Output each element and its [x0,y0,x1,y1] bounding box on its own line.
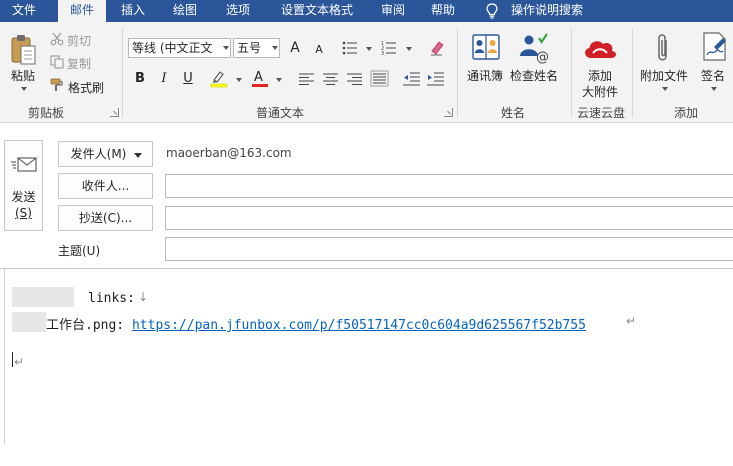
cut-button[interactable]: 剪切 [67,32,91,49]
underline-button[interactable]: U [179,70,197,88]
group-label-cloud-drive: 云速云盘 [576,106,625,120]
outlook-compose-window: 文件 邮件 插入 绘图 选项 设置文本格式 审阅 帮助 操作说明搜索 粘贴 剪切… [0,0,733,466]
subject-field[interactable] [165,237,733,261]
body-left-border [4,269,5,444]
check-names-icon[interactable]: @ [517,32,551,65]
header-divider [0,268,733,269]
dropdown-arrow-icon[interactable] [272,46,278,50]
group-label-include: 添加 [673,106,698,120]
ribbon-tab-bar: 文件 邮件 插入 绘图 选项 设置文本格式 审阅 帮助 操作说明搜索 [0,0,733,22]
group-separator [457,28,458,118]
svg-text:@: @ [536,50,549,65]
scissors-icon[interactable] [50,32,64,46]
group-label-names: 姓名 [500,106,525,120]
cc-field[interactable] [165,206,733,230]
add-large-attachment-button[interactable]: 添加 [578,67,622,84]
signature-button[interactable]: 签名 [701,67,725,84]
add-large-attachment-label[interactable]: 大附件 [578,83,622,100]
bold-button[interactable]: B [131,70,149,88]
bullets-icon[interactable] [342,41,360,55]
clipboard-launcher[interactable] [110,108,119,117]
paragraph-mark: ↵ [626,314,637,328]
dropdown-arrow-icon[interactable] [662,87,668,91]
svg-text:3: 3 [381,51,384,57]
address-book-icon[interactable] [470,32,502,64]
dropdown-arrow-icon [134,153,142,158]
tab-format-text[interactable]: 设置文本格式 [268,0,366,22]
share-link[interactable]: https://pan.jfunbox.com/p/f50517147cc0c6… [132,318,586,333]
dropdown-arrow-icon[interactable] [276,78,282,82]
group-label-basic-text: 普通文本 [255,106,304,120]
tab-options[interactable]: 选项 [214,0,262,22]
grow-font-button[interactable]: A [286,39,304,57]
from-button-label: 发件人(M) [70,147,127,161]
to-button[interactable]: 收件人... [58,173,153,199]
clipboard-icon[interactable] [9,34,37,66]
tab-file[interactable]: 文件 [0,0,48,22]
send-button[interactable]: 发送 (S) [4,140,43,231]
redacted-text [12,287,74,307]
format-painter-icon[interactable] [50,78,66,92]
address-book-button[interactable]: 通讯簿 [467,67,503,84]
attachment-name: 工作台.png: [46,318,132,333]
align-left-icon[interactable] [299,73,315,85]
lightbulb-icon [486,3,498,19]
cloud-icon[interactable] [581,36,619,62]
paperclip-icon[interactable] [655,32,671,64]
numbering-icon[interactable]: 1 2 3 [381,41,399,57]
dropdown-arrow-icon[interactable] [223,46,229,50]
send-icon [11,157,37,172]
italic-button[interactable]: I [155,70,173,88]
paragraph-mark: ↵ [14,355,25,369]
tell-me-search[interactable]: 操作说明搜索 [511,0,583,22]
outdent-icon[interactable] [403,72,421,86]
dropdown-arrow-icon[interactable] [236,78,242,82]
line-break-mark: ↓ [138,290,149,304]
highlight-icon[interactable] [210,69,228,88]
dropdown-arrow-icon[interactable] [21,87,27,91]
font-color-icon[interactable]: A [251,69,269,87]
subject-label: 主题(U) [58,244,101,258]
clear-format-icon[interactable] [428,39,446,57]
font-name-combo[interactable]: 等线 (中文正文 [128,38,231,58]
check-names-button[interactable]: 检查姓名 [510,67,558,84]
dropdown-arrow-icon[interactable] [366,47,372,51]
from-button[interactable]: 发件人(M) [58,141,153,167]
tab-help[interactable]: 帮助 [420,0,466,22]
to-field[interactable] [165,174,733,198]
group-label-clipboard: 剪贴板 [27,106,64,120]
copy-button[interactable]: 复制 [67,55,91,72]
align-center-icon[interactable] [323,73,339,85]
send-label: 发送 [11,190,36,204]
tab-draw[interactable]: 绘图 [162,0,208,22]
body-line-1: links: [88,291,135,306]
from-address: maoerban@163.com [166,146,292,160]
indent-icon[interactable] [427,72,445,86]
copy-icon[interactable] [50,55,64,69]
body-line-2[interactable]: 工作台.png: https://pan.jfunbox.com/p/f5051… [46,314,586,333]
group-separator [122,28,123,118]
send-shortcut: (S) [15,206,32,220]
basic-text-launcher[interactable] [444,108,453,117]
ribbon: 粘贴 剪切 复制 格式刷 剪贴板 等线 (中文正文 五号 A A 1 2 3 B… [0,22,733,123]
signature-icon[interactable] [701,32,729,62]
svg-text:A: A [254,70,263,85]
dropdown-arrow-icon[interactable] [406,47,412,51]
format-painter-button[interactable]: 格式刷 [68,79,104,96]
text-cursor [12,352,13,367]
tab-review[interactable]: 审阅 [370,0,416,22]
dropdown-arrow-icon[interactable] [711,87,717,91]
group-separator [632,28,633,118]
redacted-text [12,312,46,332]
cc-button[interactable]: 抄送(C)... [58,205,153,231]
paste-button[interactable]: 粘贴 [11,67,35,84]
attach-file-button[interactable]: 附加文件 [640,67,688,84]
tab-message[interactable]: 邮件 [58,0,106,22]
tab-insert[interactable]: 插入 [110,0,156,22]
shrink-font-button[interactable]: A [310,41,328,59]
align-right-icon[interactable] [347,73,363,85]
justify-icon[interactable] [370,70,389,87]
